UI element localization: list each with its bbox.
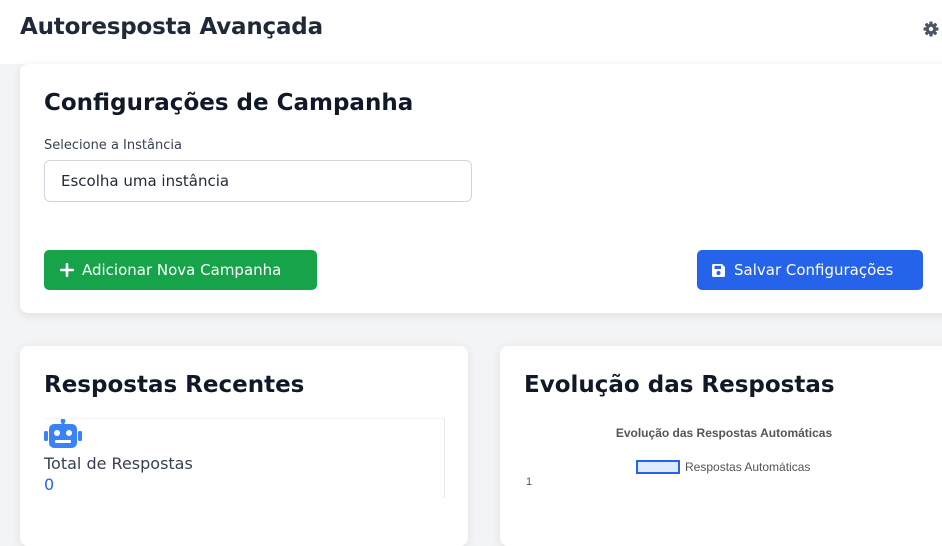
add-campaign-button[interactable]: Adicionar Nova Campanha [44, 250, 317, 290]
y-tick-label: 1 [526, 476, 533, 488]
plus-icon [60, 263, 74, 277]
chart-title: Evolução das Respostas Automáticas [615, 426, 833, 440]
campaign-settings-card: Configurações de Campanha Selecione a In… [20, 64, 942, 313]
app-title: Autoresposta Avançada [20, 14, 323, 40]
gear-icon[interactable] [921, 20, 942, 38]
response-evolution-title: Evolução das Respostas [524, 372, 835, 398]
recent-responses-title: Respostas Recentes [44, 372, 305, 398]
instance-select-value: Escolha uma instância [61, 172, 230, 190]
campaign-settings-title: Configurações de Campanha [44, 90, 414, 116]
add-campaign-label: Adicionar Nova Campanha [82, 261, 282, 279]
response-evolution-card: Evolução das Respostas Evolução das Resp… [500, 346, 942, 546]
instance-select[interactable]: Escolha uma instância [44, 160, 472, 202]
chart-legend[interactable]: Respostas Automáticas [636, 460, 810, 474]
save-settings-button[interactable]: Salvar Configurações [697, 250, 923, 290]
instance-label: Selecione a Instância [44, 138, 182, 153]
legend-swatch [636, 460, 680, 474]
total-responses-label: Total de Respostas [44, 454, 193, 473]
top-bar: Autoresposta Avançada [0, 0, 942, 64]
total-responses-stat: Total de Respostas 0 [44, 418, 445, 498]
legend-label: Respostas Automáticas [685, 460, 811, 474]
robot-icon [44, 418, 82, 453]
floppy-disk-icon [711, 263, 726, 278]
recent-responses-card: Respostas Recentes Total de Respostas 0 [20, 346, 468, 546]
save-settings-label: Salvar Configurações [734, 261, 894, 279]
total-responses-value: 0 [44, 475, 55, 494]
